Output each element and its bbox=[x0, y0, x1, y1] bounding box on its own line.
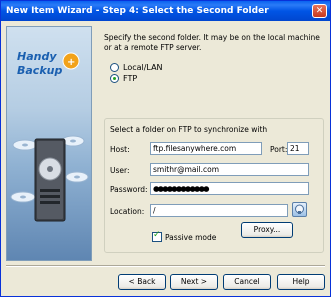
svg-text:Handy: Handy bbox=[17, 50, 57, 63]
radio-ftp[interactable]: FTP bbox=[110, 74, 137, 83]
step-description: Specify the second folder. It may be on … bbox=[104, 33, 320, 52]
svg-text:Backup: Backup bbox=[17, 64, 62, 77]
password-field[interactable]: ●●●●●●●●●●●● bbox=[150, 182, 309, 195]
button-separator bbox=[6, 265, 325, 267]
radio-label: FTP bbox=[123, 74, 138, 83]
port-label: Port: bbox=[270, 145, 288, 154]
next-button[interactable]: Next > bbox=[170, 274, 218, 290]
passive-mode-label: Passive mode bbox=[165, 233, 217, 242]
location-field[interactable]: / bbox=[150, 204, 288, 217]
radio-local-lan[interactable]: Local/LAN bbox=[110, 63, 163, 72]
window-title: New Item Wizard - Step 4: Select the Sec… bbox=[6, 6, 269, 16]
password-label: Password: bbox=[110, 185, 148, 194]
svg-text:+: + bbox=[67, 57, 75, 68]
user-label: User: bbox=[110, 166, 130, 175]
handy-backup-logo: Handy Backup + bbox=[17, 50, 80, 77]
group-title: Select a folder on FTP to synchronize wi… bbox=[110, 125, 268, 134]
browse-button[interactable] bbox=[292, 202, 307, 217]
passive-mode-checkbox[interactable] bbox=[152, 230, 162, 242]
user-field[interactable]: smithr@mail.com bbox=[150, 163, 309, 176]
proxy-button[interactable]: Proxy... bbox=[241, 222, 293, 238]
close-icon[interactable]: ✕ bbox=[312, 4, 327, 18]
radio-button[interactable] bbox=[110, 74, 119, 83]
location-label: Location: bbox=[110, 207, 145, 216]
back-button[interactable]: < Back bbox=[118, 274, 166, 290]
radio-button[interactable] bbox=[110, 63, 119, 72]
wizard-banner: Handy Backup + bbox=[6, 26, 92, 261]
port-field[interactable]: 21 bbox=[287, 142, 309, 155]
help-button[interactable]: Help bbox=[277, 274, 325, 290]
radio-label: Local/LAN bbox=[123, 63, 163, 72]
title-bar[interactable]: New Item Wizard - Step 4: Select the Sec… bbox=[1, 1, 330, 21]
server-icon bbox=[34, 138, 66, 222]
host-field[interactable]: ftp.filesanywhere.com bbox=[150, 142, 262, 155]
host-label: Host: bbox=[110, 145, 130, 154]
cancel-button[interactable]: Cancel bbox=[223, 274, 271, 290]
browse-ftp-icon bbox=[295, 204, 304, 214]
banner-artwork: Handy Backup + bbox=[10, 50, 89, 222]
